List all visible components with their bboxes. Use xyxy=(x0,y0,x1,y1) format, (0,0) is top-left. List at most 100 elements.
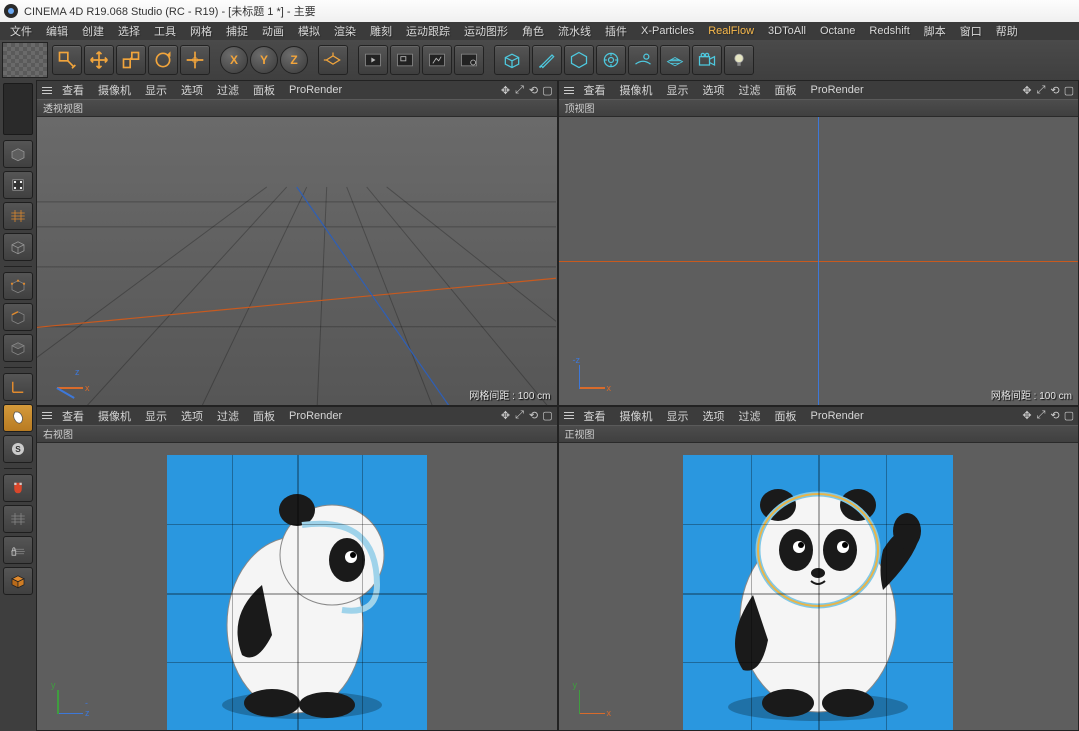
workplane-button[interactable] xyxy=(3,505,33,533)
menu-window[interactable]: 窗口 xyxy=(954,23,988,39)
vp-maximize-icon[interactable]: ▢ xyxy=(1062,83,1076,97)
model-mode-button[interactable] xyxy=(3,171,33,199)
snap-toggle-button[interactable]: S xyxy=(3,435,33,463)
vp-menu-filter[interactable]: 过滤 xyxy=(732,408,768,424)
viewport-right[interactable]: 查看 摄像机 显示 选项 过滤 面板 ProRender ✥ ⤢ ⟲ ▢ 右视图 xyxy=(36,406,558,731)
axis-y-toggle[interactable]: Y xyxy=(250,46,278,74)
vp-move-icon[interactable]: ✥ xyxy=(499,409,513,423)
vp-menu-view[interactable]: 查看 xyxy=(55,408,91,424)
vp-rotate-icon[interactable]: ⟲ xyxy=(1048,409,1062,423)
vp-menu-camera[interactable]: 摄像机 xyxy=(91,82,138,98)
axis-x-toggle[interactable]: X xyxy=(220,46,248,74)
menu-select[interactable]: 选择 xyxy=(112,23,146,39)
vp-menu-filter[interactable]: 过滤 xyxy=(732,82,768,98)
texture-mode-button[interactable] xyxy=(3,202,33,230)
menu-snap[interactable]: 捕捉 xyxy=(220,23,254,39)
vp-rotate-icon[interactable]: ⟲ xyxy=(1048,83,1062,97)
menu-realflow[interactable]: RealFlow xyxy=(702,25,760,37)
vp-menu-prorender[interactable]: ProRender xyxy=(804,84,871,96)
vp-menu-panel[interactable]: 面板 xyxy=(768,82,804,98)
viewport-top[interactable]: 查看 摄像机 显示 选项 过滤 面板 ProRender ✥ ⤢ ⟲ ▢ 顶视图… xyxy=(558,80,1079,406)
vp-menu-view[interactable]: 查看 xyxy=(55,82,91,98)
vp-menu-panel[interactable]: 面板 xyxy=(768,408,804,424)
vp-menu-filter[interactable]: 过滤 xyxy=(210,408,246,424)
coord-system-button[interactable] xyxy=(318,45,348,75)
scale-tool[interactable] xyxy=(116,45,146,75)
vp-menu-options[interactable]: 选项 xyxy=(696,408,732,424)
menu-character[interactable]: 角色 xyxy=(516,23,550,39)
menu-create[interactable]: 创建 xyxy=(76,23,110,39)
viewport-perspective[interactable]: 查看 摄像机 显示 选项 过滤 面板 ProRender ✥ ⤢ ⟲ ▢ 透视视… xyxy=(36,80,558,406)
texture-swatch[interactable] xyxy=(2,42,48,78)
object-mode-button[interactable] xyxy=(3,233,33,261)
make-editable-button[interactable] xyxy=(3,140,33,168)
menu-render[interactable]: 渲染 xyxy=(328,23,362,39)
vp-menu-camera[interactable]: 摄像机 xyxy=(613,408,660,424)
uv-button[interactable] xyxy=(3,567,33,595)
vp-menu-display[interactable]: 显示 xyxy=(660,82,696,98)
menu-simulate[interactable]: 模拟 xyxy=(292,23,326,39)
vp-maximize-icon[interactable]: ▢ xyxy=(541,83,555,97)
vp-move-icon[interactable]: ✥ xyxy=(499,83,513,97)
vp-menu-display[interactable]: 显示 xyxy=(660,408,696,424)
vp-maximize-icon[interactable]: ▢ xyxy=(1062,409,1076,423)
render-pv-button[interactable] xyxy=(422,45,452,75)
vp-rotate-icon[interactable]: ⟲ xyxy=(527,83,541,97)
menu-plugins[interactable]: 插件 xyxy=(599,23,633,39)
deformer-button[interactable] xyxy=(596,45,626,75)
live-select-tool[interactable] xyxy=(52,45,82,75)
environment-button[interactable] xyxy=(628,45,658,75)
rotate-tool[interactable] xyxy=(148,45,178,75)
menu-xparticles[interactable]: X-Particles xyxy=(635,25,700,37)
menu-3dtoall[interactable]: 3DToAll xyxy=(762,25,812,37)
viewport-hamburger-icon[interactable] xyxy=(561,412,577,419)
vp-zoom-icon[interactable]: ⤢ xyxy=(1034,409,1048,423)
vp-zoom-icon[interactable]: ⤢ xyxy=(513,409,527,423)
floor-button[interactable] xyxy=(660,45,690,75)
camera-button[interactable] xyxy=(692,45,722,75)
axis-mode-button[interactable] xyxy=(3,373,33,401)
vp-menu-panel[interactable]: 面板 xyxy=(246,82,282,98)
menu-sculpt[interactable]: 雕刻 xyxy=(364,23,398,39)
vp-menu-panel[interactable]: 面板 xyxy=(246,408,282,424)
vp-menu-options[interactable]: 选项 xyxy=(174,408,210,424)
vp-menu-options[interactable]: 选项 xyxy=(174,82,210,98)
primitive-cube-button[interactable] xyxy=(494,45,530,75)
polygon-mode-button[interactable] xyxy=(3,334,33,362)
vp-zoom-icon[interactable]: ⤢ xyxy=(1034,83,1048,97)
magnet-button[interactable] xyxy=(3,474,33,502)
menu-pipeline[interactable]: 流水线 xyxy=(552,23,597,39)
vp-menu-display[interactable]: 显示 xyxy=(138,82,174,98)
menu-mograph[interactable]: 运动图形 xyxy=(458,23,514,39)
preview-thumbnail[interactable] xyxy=(3,83,33,135)
vp-menu-prorender[interactable]: ProRender xyxy=(804,410,871,422)
edge-mode-button[interactable] xyxy=(3,303,33,331)
menu-mesh[interactable]: 网格 xyxy=(184,23,218,39)
viewport-hamburger-icon[interactable] xyxy=(39,87,55,94)
menu-file[interactable]: 文件 xyxy=(4,23,38,39)
vp-rotate-icon[interactable]: ⟲ xyxy=(527,409,541,423)
vp-menu-camera[interactable]: 摄像机 xyxy=(91,408,138,424)
vp-menu-options[interactable]: 选项 xyxy=(696,82,732,98)
render-settings-button[interactable] xyxy=(454,45,484,75)
menu-script[interactable]: 脚本 xyxy=(918,23,952,39)
lock-workplane-button[interactable] xyxy=(3,536,33,564)
vp-menu-view[interactable]: 查看 xyxy=(577,408,613,424)
vp-move-icon[interactable]: ✥ xyxy=(1020,83,1034,97)
menu-tools[interactable]: 工具 xyxy=(148,23,182,39)
vp-menu-prorender[interactable]: ProRender xyxy=(282,410,349,422)
point-mode-button[interactable] xyxy=(3,272,33,300)
menu-motiontrack[interactable]: 运动跟踪 xyxy=(400,23,456,39)
recent-tool[interactable] xyxy=(180,45,210,75)
viewport-front[interactable]: 查看 摄像机 显示 选项 过滤 面板 ProRender ✥ ⤢ ⟲ ▢ 正视图 xyxy=(558,406,1079,731)
vp-menu-view[interactable]: 查看 xyxy=(577,82,613,98)
render-view-button[interactable] xyxy=(358,45,388,75)
render-region-button[interactable] xyxy=(390,45,420,75)
vp-move-icon[interactable]: ✥ xyxy=(1020,409,1034,423)
menu-help[interactable]: 帮助 xyxy=(990,23,1024,39)
move-tool[interactable] xyxy=(84,45,114,75)
menu-octane[interactable]: Octane xyxy=(814,25,861,37)
vp-maximize-icon[interactable]: ▢ xyxy=(541,409,555,423)
vp-menu-prorender[interactable]: ProRender xyxy=(282,84,349,96)
vp-menu-filter[interactable]: 过滤 xyxy=(210,82,246,98)
